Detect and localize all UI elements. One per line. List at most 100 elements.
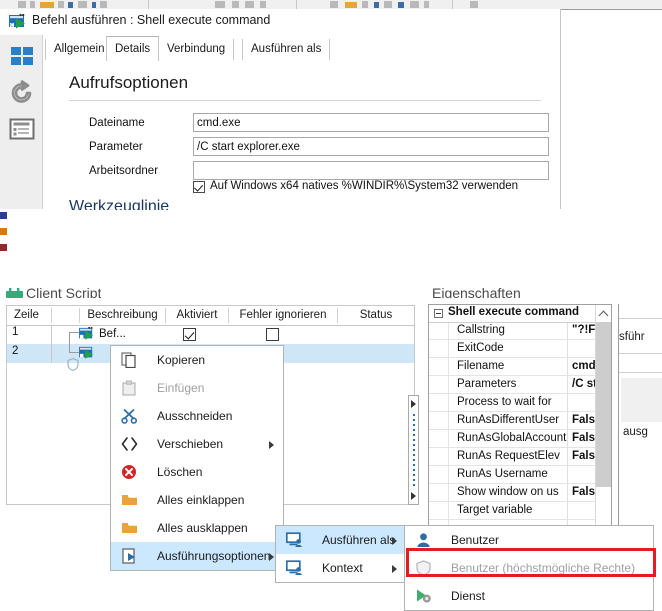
- menu-item-einfuegen[interactable]: Einfügen: [111, 374, 283, 402]
- windows-grid-icon[interactable]: [9, 44, 35, 70]
- submenu-item-dienst[interactable]: Dienst: [405, 582, 653, 610]
- column-header-zeile[interactable]: Zeile: [9, 306, 51, 325]
- menu-item-label: Einfügen: [157, 381, 205, 395]
- column-header-status[interactable]: Status: [338, 306, 414, 325]
- field-label-arbeitsordner: Arbeitsordner: [89, 165, 159, 177]
- document-lines-icon[interactable]: [9, 116, 35, 142]
- tab-ausfuehren-als[interactable]: Ausführen als: [242, 39, 331, 60]
- refresh-circular-arrow-icon[interactable]: [9, 80, 35, 106]
- submenu-item-benutzer-hoechstmoegliche-rechte[interactable]: Benutzer (höchstmögliche Rechte): [405, 554, 653, 582]
- tab-details[interactable]: Details: [106, 36, 160, 61]
- property-name: RunAsDifferentUser: [457, 414, 560, 426]
- monitor-user-icon: [286, 532, 302, 547]
- fragment-gray-box: [621, 378, 662, 422]
- row-fehler-ignorieren-checkbox[interactable]: [266, 328, 279, 341]
- row-aktiviert-checkbox[interactable]: [183, 328, 196, 341]
- shield-icon: [416, 560, 431, 576]
- tab-verbindung[interactable]: Verbindung: [158, 39, 235, 60]
- submenu-item-label: Benutzer (höchstmögliche Rechte): [451, 561, 636, 575]
- dialog-title-bar: C Befehl ausführen : Shell execute comma…: [0, 9, 560, 35]
- property-row[interactable]: RunAs RequestElev False: [429, 449, 611, 466]
- submenu-item-kontext[interactable]: Kontext: [276, 554, 406, 582]
- paste-icon: [122, 380, 136, 396]
- property-row[interactable]: RunAsDifferentUser False: [429, 413, 611, 430]
- menu-item-kopieren[interactable]: Kopieren: [111, 346, 283, 374]
- move-arrows-icon: [121, 437, 138, 451]
- property-row[interactable]: Parameters /C sta: [429, 377, 611, 394]
- row-number: 1: [12, 326, 19, 338]
- property-name: ExitCode: [457, 342, 504, 354]
- property-row[interactable]: Target variable: [429, 503, 611, 520]
- submenu-item-label: Dienst: [451, 589, 486, 603]
- scrollbar-thumb[interactable]: [596, 322, 611, 487]
- property-name: Filename: [457, 360, 505, 372]
- menu-item-ausfuehrungsoptionen[interactable]: Ausführungsoptionen: [111, 542, 283, 570]
- section-title: Aufrufsoptionen: [69, 73, 189, 92]
- property-row[interactable]: RunAsGlobalAccount False: [429, 431, 611, 448]
- submenu-item-label: Benutzer: [451, 533, 500, 547]
- folder-collapse-icon: [122, 495, 137, 505]
- copy-icon: [121, 352, 136, 368]
- properties-scrollbar[interactable]: [595, 305, 611, 525]
- run-command-dialog: C Befehl ausführen : Shell execute comma…: [0, 9, 561, 209]
- property-name: RunAs Username: [457, 468, 548, 480]
- edge-marker-orange-2: [0, 228, 7, 235]
- client-script-panel-title: Client Script: [26, 285, 102, 298]
- tree-connector-line: [69, 352, 79, 353]
- shell-execute-command-icon: [79, 346, 94, 359]
- field-row-dateiname: Dateiname cmd.exe: [69, 113, 549, 136]
- cut-off-section-heading: Werkzeuglinie: [69, 198, 170, 210]
- submenu-item-ausfuehren-als[interactable]: Ausführen als: [276, 526, 406, 554]
- menu-item-label: Verschieben: [157, 437, 224, 451]
- dialog-left-rail: [0, 35, 43, 209]
- property-row[interactable]: ExitCode: [429, 341, 611, 358]
- scroll-up-arrow-icon[interactable]: [596, 305, 611, 322]
- properties-panel-title: Eigenschaften: [432, 285, 521, 298]
- client-script-icon: [6, 288, 23, 298]
- menu-item-ausschneiden[interactable]: Ausschneiden: [111, 402, 283, 430]
- property-row[interactable]: Show window on us False: [429, 485, 611, 502]
- property-row[interactable]: Callstring "?!File: [429, 323, 611, 340]
- column-header-fehler-ignorieren[interactable]: Fehler ignorieren: [229, 306, 337, 325]
- edge-marker-blue: [0, 212, 7, 219]
- menu-item-alles-ausklappen[interactable]: Alles ausklappen: [111, 514, 283, 542]
- submenu-arrow-icon: [269, 441, 274, 449]
- column-header-aktiviert[interactable]: Aktiviert: [166, 306, 228, 325]
- menu-item-label: Alles einklappen: [157, 493, 245, 507]
- menu-item-label: Ausführungsoptionen: [157, 549, 271, 563]
- properties-group-header[interactable]: Shell execute command: [429, 305, 611, 323]
- menu-item-alles-einklappen[interactable]: Alles einklappen: [111, 486, 283, 514]
- property-name: RunAs RequestElev: [457, 450, 560, 462]
- property-name: RunAsGlobalAccount: [457, 432, 567, 444]
- column-header-beschreibung[interactable]: Beschreibung: [80, 306, 165, 325]
- parameter-input[interactable]: /C start explorer.exe: [193, 137, 549, 156]
- property-row[interactable]: RunAs Username: [429, 467, 611, 484]
- row-number: 2: [12, 345, 19, 357]
- scissors-icon: [121, 408, 137, 424]
- field-label-dateiname: Dateiname: [89, 117, 145, 129]
- property-name: Show window on us: [457, 486, 559, 498]
- panel-splitter-expander[interactable]: [408, 395, 419, 505]
- property-row[interactable]: Process to wait for: [429, 395, 611, 412]
- collapse-expander-icon[interactable]: [434, 309, 443, 318]
- arbeitsordner-input[interactable]: [193, 161, 549, 180]
- menu-item-verschieben[interactable]: Verschieben: [111, 430, 283, 458]
- tree-connector-line: [69, 332, 70, 352]
- svg-text:C: C: [10, 23, 13, 29]
- menu-item-loeschen[interactable]: Löschen: [111, 458, 283, 486]
- property-name: Parameters: [457, 378, 517, 390]
- shield-icon: [67, 358, 79, 371]
- property-row[interactable]: Filename cmd.e: [429, 359, 611, 376]
- submenu-item-label: Kontext: [322, 561, 363, 575]
- fragment-text-2: ausg: [623, 426, 648, 438]
- folder-expand-icon: [122, 523, 137, 533]
- dateiname-input[interactable]: cmd.exe: [193, 113, 549, 132]
- execution-options-submenu: Ausführen als Kontext: [275, 525, 407, 583]
- windir-checkbox[interactable]: [193, 181, 205, 193]
- column-header-blank[interactable]: [53, 306, 79, 325]
- tab-allgemein[interactable]: Allgemein: [45, 39, 114, 60]
- submenu-arrow-icon: [269, 553, 274, 561]
- shell-execute-command-icon: [79, 327, 94, 340]
- submenu-arrow-icon: [392, 565, 397, 573]
- submenu-item-benutzer[interactable]: Benutzer: [405, 526, 653, 554]
